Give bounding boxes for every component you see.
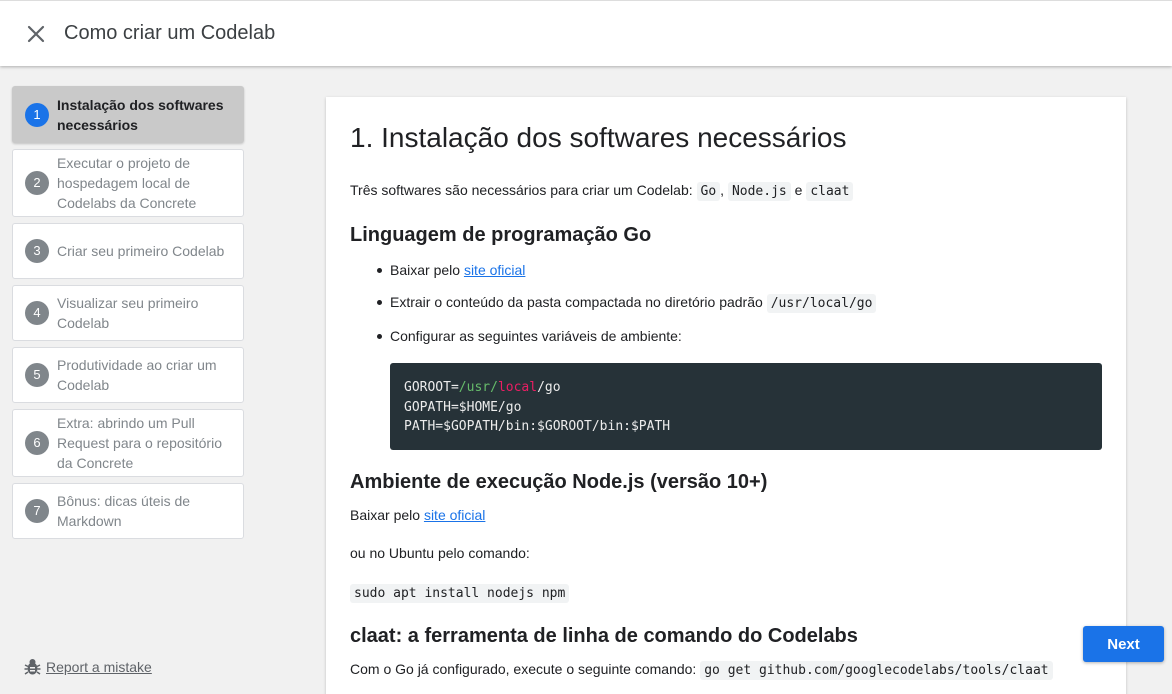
list-item: Extrair o conteúdo da pasta compactada n… [376, 292, 1102, 314]
intro-text: Três softwares são necessários para cria… [350, 182, 693, 198]
node-download-text: Baixar pelo [350, 507, 421, 523]
step-item-1[interactable]: 1 Instalação dos softwares necessários [12, 86, 244, 143]
step-item-6[interactable]: 6 Extra: abrindo um Pull Request para o … [12, 409, 244, 477]
inline-code-go: Go [696, 182, 721, 201]
report-mistake-label: Report a mistake [46, 659, 152, 675]
step-item-2[interactable]: 2 Executar o projeto de hospedagem local… [12, 149, 244, 217]
step-label: Visualizar seu primeiro Codelab [57, 295, 199, 331]
step-label: Instalação dos softwares necessários [57, 96, 224, 133]
node-ubuntu-text: ou no Ubuntu pelo comando: [350, 545, 530, 561]
report-mistake-link[interactable]: Report a mistake [24, 658, 152, 676]
list-item: Baixar pelo site oficial [376, 260, 1102, 280]
step-label: Executar o projeto de hospedagem local d… [57, 155, 197, 211]
section-heading-nodejs: Ambiente de execução Node.js (versão 10+… [350, 471, 768, 493]
step-number: 2 [25, 171, 49, 195]
step-number: 7 [25, 499, 49, 523]
node-command-paragraph: sudo apt install nodejs npm [350, 582, 1102, 604]
list-item: Configurar as seguintes variáveis de amb… [376, 326, 1102, 346]
list-item-text: Configurar as seguintes variáveis de amb… [390, 328, 682, 344]
intro-separator: , [720, 182, 725, 198]
step-number: 5 [25, 363, 49, 387]
step-item-3[interactable]: 3 Criar seu primeiro Codelab [12, 223, 244, 279]
step-label: Bônus: dicas úteis de Markdown [57, 493, 191, 529]
step-item-4[interactable]: 4 Visualizar seu primeiro Codelab [12, 285, 244, 341]
code-line: GOPATH=$HOME/go [404, 399, 522, 415]
step-item-7[interactable]: 7 Bônus: dicas úteis de Markdown [12, 483, 244, 539]
inline-code-claat: claat [806, 182, 854, 201]
list-item-text: Baixar pelo [390, 262, 461, 278]
intro-and: e [794, 182, 803, 198]
claat-text: Com o Go já configurado, execute o segui… [350, 661, 697, 677]
step-label: Extra: abrindo um Pull Request para o re… [57, 415, 222, 471]
step-number: 3 [25, 239, 49, 263]
list-item-text: Extrair o conteúdo da pasta compactada n… [390, 294, 763, 310]
section-heading-go: Linguagem de programação Go [350, 224, 652, 246]
close-icon [27, 25, 45, 43]
step-number: 6 [25, 431, 49, 455]
bug-icon [24, 659, 41, 675]
next-button[interactable]: Next [1083, 626, 1164, 662]
page-title: Como criar um Codelab [64, 22, 276, 44]
step-content-card: 1. Instalação dos softwares necessários … [326, 97, 1126, 694]
step-item-5[interactable]: 5 Produtividade ao criar um Codelab [12, 347, 244, 403]
section-heading-claat: claat: a ferramenta de linha de comando … [350, 625, 858, 647]
intro-paragraph: Três softwares são necessários para cria… [350, 180, 1102, 202]
inline-code-nodejs: Node.js [727, 182, 791, 201]
step-label: Produtividade ao criar um Codelab [57, 357, 217, 393]
code-line: GOROOT=/usr/local/go [404, 380, 561, 395]
go-steps-list: Baixar pelo site oficial Extrair o conte… [376, 260, 1102, 346]
node-download-paragraph: Baixar pelo site oficial [350, 505, 1102, 525]
env-vars-code-block: GOROOT=/usr/local/go GOPATH=$HOME/go PATH=… [390, 363, 1102, 450]
close-button[interactable] [22, 20, 50, 48]
step-number: 1 [25, 102, 49, 127]
step-label: Criar seu primeiro Codelab [57, 243, 225, 259]
claat-install-command: go get github.com/googlecodelabs/tools/c… [700, 661, 1053, 680]
claat-paragraph: Com o Go já configurado, execute o segui… [350, 659, 1102, 681]
code-line: PATH=$GOPATH/bin:$GOROOT/bin:$PATH [404, 419, 671, 434]
step-title: 1. Instalação dos softwares necessários [350, 122, 847, 153]
go-site-link[interactable]: site oficial [464, 262, 525, 278]
node-install-command: sudo apt install nodejs npm [350, 584, 570, 603]
inline-code-path: /usr/local/go [766, 294, 877, 313]
steps-sidebar: 1 Instalação dos softwares necessários 2… [12, 86, 244, 545]
top-bar: Como criar um Codelab [0, 0, 1172, 66]
node-site-link[interactable]: site oficial [424, 507, 485, 523]
step-number: 4 [25, 301, 49, 325]
